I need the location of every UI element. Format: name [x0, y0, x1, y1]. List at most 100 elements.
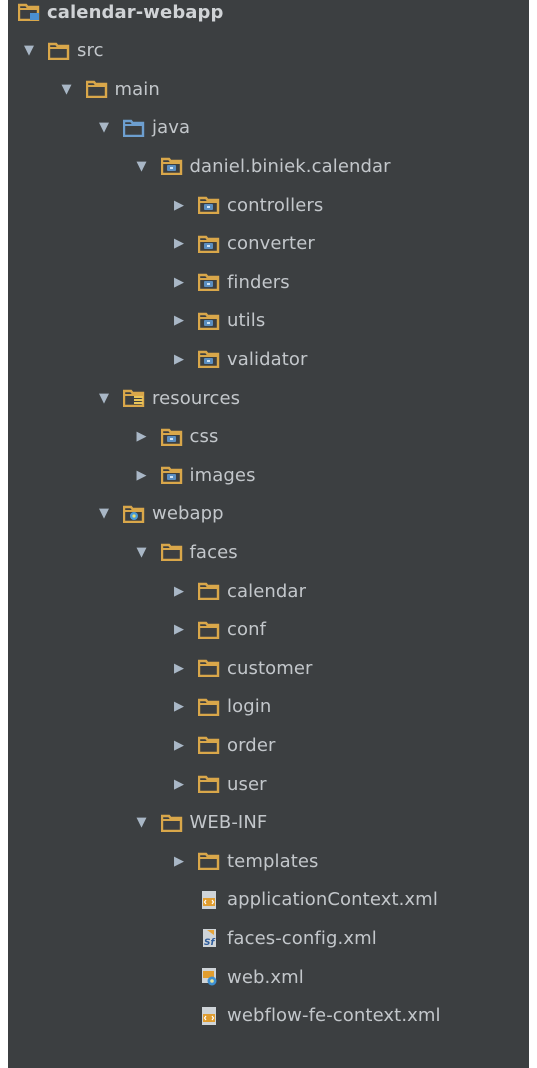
tree-folder-daniel-biniek-calendar[interactable]: ▼ daniel.biniek.calendar: [8, 148, 529, 184]
folder-icon: [198, 698, 227, 716]
tree-item-label: images: [189, 464, 256, 486]
tree-item-label: resources: [152, 387, 241, 409]
tree-file-faces-config-xml[interactable]: Sf faces-config.xml: [8, 920, 529, 956]
collapse-arrow-icon[interactable]: ▼: [135, 816, 149, 830]
svg-text:Sf: Sf: [204, 938, 215, 947]
expand-arrow-icon[interactable]: ▶: [135, 468, 149, 482]
tree-item-label: faces: [189, 541, 238, 563]
spring-xml-file-icon: [198, 890, 227, 909]
tree-folder-utils[interactable]: ▶ utils: [8, 303, 529, 339]
tree-folder-customer[interactable]: ▶ customer: [8, 650, 529, 686]
folder-icon: [198, 736, 227, 755]
folder-icon: [198, 621, 227, 639]
package-folder-icon: [198, 235, 227, 253]
tree-root-calendar-webapp[interactable]: calendar-webapp: [8, 0, 529, 30]
tree-folder-css[interactable]: ▶ css: [8, 419, 529, 455]
collapse-arrow-icon[interactable]: ▼: [22, 44, 36, 58]
package-folder-icon: [160, 428, 190, 446]
tree-folder-validator[interactable]: ▶ validator: [8, 341, 529, 377]
tree-item-label: order: [227, 734, 276, 756]
tree-item-label: webapp: [152, 503, 224, 525]
spring-xml-file-icon: [198, 1006, 227, 1025]
folder-icon: [160, 814, 190, 832]
tree-item-label: webflow-fe-context.xml: [227, 1005, 441, 1027]
tree-item-label: web.xml: [227, 966, 304, 988]
expand-arrow-icon[interactable]: ▶: [172, 314, 186, 328]
tree-folder-converter[interactable]: ▶ converter: [8, 226, 529, 262]
tree-item-label: WEB-INF: [189, 812, 268, 834]
folder-icon: [160, 543, 190, 562]
tree-folder-faces[interactable]: ▼ faces: [8, 534, 529, 570]
tree-file-applicationcontext-xml[interactable]: applicationContext.xml: [8, 882, 529, 918]
tree-item-label: applicationContext.xml: [227, 889, 438, 911]
tree-folder-user[interactable]: ▶ user: [8, 766, 529, 802]
tree-item-label: converter: [227, 233, 315, 255]
tree-item-label: customer: [227, 657, 313, 679]
collapse-arrow-icon[interactable]: ▼: [97, 507, 111, 521]
collapse-arrow-icon[interactable]: ▼: [97, 121, 111, 135]
tree-item-label: login: [227, 696, 272, 718]
folder-icon: [198, 775, 227, 793]
resources-root-folder-icon: [123, 389, 152, 407]
expand-arrow-icon[interactable]: ▶: [172, 198, 186, 212]
tree-folder-java[interactable]: ▼ java: [8, 110, 529, 146]
tree-folder-controllers[interactable]: ▶ controllers: [8, 187, 529, 223]
folder-icon: [48, 42, 77, 60]
tree-folder-login[interactable]: ▶ login: [8, 689, 529, 725]
tree-item-label: main: [114, 78, 160, 100]
tree-item-label: daniel.biniek.calendar: [189, 155, 391, 177]
expand-arrow-icon[interactable]: ▶: [172, 777, 186, 791]
tree-folder-images[interactable]: ▶ images: [8, 457, 529, 493]
collapse-arrow-icon[interactable]: ▼: [135, 545, 149, 559]
module-folder-icon: [18, 3, 47, 21]
tree-folder-finders[interactable]: ▶ finders: [8, 264, 529, 300]
tree-item-label: validator: [227, 348, 308, 370]
collapse-arrow-icon[interactable]: ▼: [135, 159, 149, 173]
package-folder-icon: [198, 312, 227, 330]
tree-item-label: faces-config.xml: [227, 927, 377, 949]
tree-item-label: conf: [227, 619, 267, 641]
package-folder-icon: [198, 273, 227, 292]
tree-folder-conf[interactable]: ▶ conf: [8, 612, 529, 648]
project-tree-panel: calendar-webapp ▼ src ▼ main ▼ java ▼ daniel.bin…: [8, 0, 529, 1068]
tree-item-label: src: [77, 40, 104, 62]
tree-folder-calendar[interactable]: ▶ calendar: [8, 573, 529, 609]
expand-arrow-icon[interactable]: ▶: [172, 700, 186, 714]
tree-file-webflow-fe-context-xml[interactable]: webflow-fe-context.xml: [8, 998, 529, 1034]
expand-arrow-icon[interactable]: ▶: [172, 623, 186, 637]
expand-arrow-icon[interactable]: ▶: [172, 237, 186, 251]
tree-folder-src[interactable]: ▼ src: [8, 33, 529, 69]
tree-item-label: calendar-webapp: [47, 1, 224, 23]
tree-folder-webapp[interactable]: ▼ webapp: [8, 496, 529, 532]
tree-folder-order[interactable]: ▶ order: [8, 727, 529, 763]
folder-icon: [85, 80, 115, 99]
web-xml-file-icon: [198, 968, 227, 986]
tree-folder-resources[interactable]: ▼ resources: [8, 380, 529, 416]
tree-item-label: templates: [227, 850, 319, 872]
collapse-arrow-icon[interactable]: ▼: [97, 391, 111, 405]
expand-arrow-icon[interactable]: ▶: [172, 854, 186, 868]
expand-arrow-icon[interactable]: ▶: [172, 352, 186, 366]
expand-arrow-icon[interactable]: ▶: [135, 430, 149, 444]
package-folder-icon: [198, 350, 227, 369]
tree-item-label: utils: [227, 310, 266, 332]
tree-item-label: css: [189, 426, 219, 448]
tree-folder-main[interactable]: ▼ main: [8, 71, 529, 107]
tree-folder-templates[interactable]: ▶ templates: [8, 843, 529, 879]
jsf-config-file-icon: Sf: [198, 929, 227, 948]
package-folder-icon: [160, 466, 190, 485]
folder-icon: [198, 659, 227, 678]
package-folder-icon: [198, 196, 227, 214]
folder-icon: [198, 852, 227, 871]
tree-file-web-xml[interactable]: web.xml: [8, 959, 529, 995]
package-folder-icon: [160, 157, 190, 176]
tree-item-label: controllers: [227, 194, 324, 216]
expand-arrow-icon[interactable]: ▶: [172, 275, 186, 289]
expand-arrow-icon[interactable]: ▶: [172, 738, 186, 752]
expand-arrow-icon[interactable]: ▶: [172, 584, 186, 598]
source-root-folder-icon: [123, 119, 152, 137]
collapse-arrow-icon[interactable]: ▼: [60, 82, 74, 96]
tree-folder-web-inf[interactable]: ▼ WEB-INF: [8, 805, 529, 841]
web-folder-icon: [123, 505, 152, 523]
expand-arrow-icon[interactable]: ▶: [172, 661, 186, 675]
